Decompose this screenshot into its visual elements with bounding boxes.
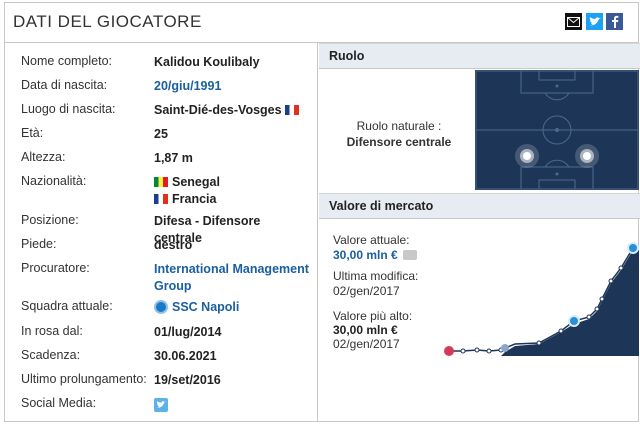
info-row-foot: Piede: destro bbox=[21, 237, 193, 252]
highest-value-label: Valore più alto: bbox=[333, 309, 413, 323]
twitter-profile-icon[interactable] bbox=[154, 398, 168, 412]
mail-icon[interactable] bbox=[565, 13, 582, 30]
height-value: 1,87 m bbox=[154, 151, 193, 165]
napoli-marker-icon[interactable] bbox=[568, 315, 580, 327]
birth-date-link[interactable]: 20/giu/1991 bbox=[154, 78, 221, 95]
club-marker-icon[interactable] bbox=[501, 344, 509, 352]
info-row-last-extension: Ultimo prolungamento: 19/set/2016 bbox=[21, 372, 221, 387]
agent-link[interactable]: International Management Group bbox=[154, 261, 309, 295]
last-modified-label: Ultima modifica: bbox=[333, 269, 419, 283]
info-row-current-club: Squadra attuale: SSC Napoli bbox=[21, 299, 240, 316]
nationality-france: Francia bbox=[172, 192, 217, 206]
age-value: 25 bbox=[154, 127, 168, 141]
market-value-chart[interactable] bbox=[439, 240, 639, 365]
info-row-nationality: Nazionalità: Senegal Francia bbox=[21, 174, 220, 206]
comment-icon[interactable] bbox=[403, 250, 418, 260]
player-data-panel: DATI DEL GIOCATORE Nome completo: Kalido… bbox=[4, 2, 640, 422]
info-row-contract-expires: Scadenza: 30.06.2021 bbox=[21, 348, 217, 363]
info-row-birth-place: Luogo di nascita: Saint-Dié-des-Vosges bbox=[21, 102, 311, 122]
info-row-joined: In rosa dal: 01/lug/2014 bbox=[21, 324, 222, 339]
birth-place-value: Saint-Dié-des-Vosges bbox=[154, 103, 282, 117]
current-value-label: Valore attuale: bbox=[333, 233, 410, 247]
info-row-agent: Procuratore: International Management Gr… bbox=[21, 261, 309, 295]
position-pitch-graphic bbox=[475, 70, 639, 190]
ruolo-section-header: Ruolo bbox=[319, 43, 640, 69]
full-name-value: Kalidou Koulibaly bbox=[154, 55, 260, 69]
highest-value-date: 02/gen/2017 bbox=[333, 337, 400, 351]
facebook-icon[interactable] bbox=[606, 13, 623, 30]
right-column: Ruolo Ruolo naturale : Difensore central… bbox=[319, 43, 640, 421]
nationality-senegal: Senegal bbox=[172, 175, 220, 189]
twitter-icon[interactable] bbox=[586, 13, 603, 30]
contract-expires-value: 30.06.2021 bbox=[154, 349, 217, 363]
joined-value: 01/lug/2014 bbox=[154, 325, 222, 339]
info-row-birth-date: Data di nascita: 20/giu/1991 bbox=[21, 78, 222, 95]
natural-role-label: Ruolo naturale : bbox=[356, 119, 442, 133]
senegal-flag-icon bbox=[154, 177, 168, 187]
info-row-height: Altezza: 1,87 m bbox=[21, 150, 193, 165]
last-extension-value: 19/set/2016 bbox=[154, 373, 221, 387]
club-marker-icon[interactable] bbox=[444, 346, 454, 356]
napoli-crest-icon bbox=[154, 300, 168, 314]
panel-header: DATI DEL GIOCATORE bbox=[5, 3, 638, 43]
france-flag-icon bbox=[285, 105, 300, 115]
info-row-position: Posizione: Difesa - Difensore centrale bbox=[21, 213, 311, 245]
market-value-section-header: Valore di mercato bbox=[319, 193, 640, 219]
highest-value-amount: 30,00 mln € bbox=[333, 323, 398, 337]
foot-value: destro bbox=[154, 238, 193, 252]
panel-title: DATI DEL GIOCATORE bbox=[13, 12, 202, 31]
natural-role-value: Difensore centrale bbox=[346, 135, 452, 149]
info-row-full-name: Nome completo: Kalidou Koulibaly bbox=[21, 54, 260, 69]
player-info-list: Nome completo: Kalidou Koulibaly Data di… bbox=[5, 43, 318, 421]
info-row-age: Età: 25 bbox=[21, 126, 168, 141]
france-flag-icon bbox=[154, 194, 168, 204]
current-club-link[interactable]: SSC Napoli bbox=[154, 299, 239, 316]
info-row-social-media: Social Media: bbox=[21, 396, 311, 416]
napoli-marker-icon[interactable] bbox=[627, 242, 639, 254]
last-modified-date: 02/gen/2017 bbox=[333, 284, 400, 298]
current-value-amount: 30,00 mln € bbox=[333, 248, 398, 262]
